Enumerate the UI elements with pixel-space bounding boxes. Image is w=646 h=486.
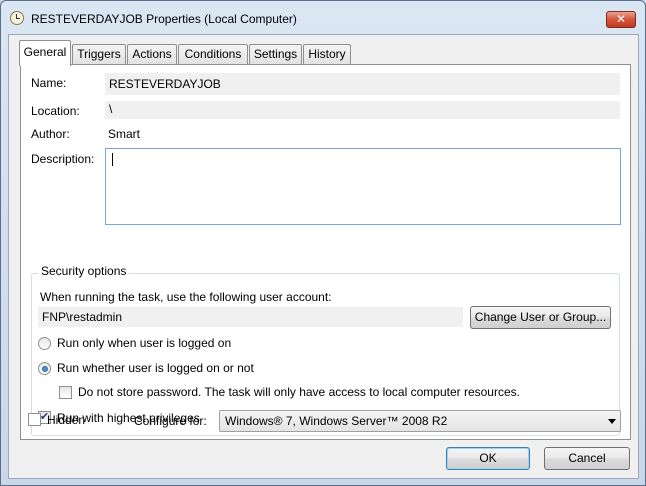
hidden-checkbox[interactable] [28, 413, 41, 426]
dialog-client-area: General Triggers Actions Conditions Sett… [8, 34, 639, 479]
hidden-label[interactable]: Hidden [47, 413, 85, 427]
security-options-title: Security options [38, 264, 130, 278]
ok-button-label: OK [479, 451, 497, 465]
clock-icon [10, 11, 24, 25]
text-caret [112, 153, 113, 166]
author-value: Smart [108, 127, 141, 141]
location-field[interactable]: \ [105, 101, 620, 119]
close-button[interactable]: ✕ [606, 11, 636, 28]
run-whether-logged-on-radio[interactable] [38, 362, 51, 375]
description-label: Description: [31, 152, 95, 166]
tab-conditions[interactable]: Conditions [178, 44, 248, 65]
tab-general[interactable]: General [19, 40, 71, 66]
cancel-button[interactable]: Cancel [544, 447, 630, 470]
user-account-field: FNP\restadmin [38, 307, 463, 327]
no-store-password-checkbox[interactable] [59, 386, 72, 399]
account-prompt: When running the task, use the following… [40, 290, 332, 304]
no-store-password-label[interactable]: Do not store password. The task will onl… [78, 385, 520, 399]
general-tab-panel: Name: RESTEVERDAYJOB Location: \ Author:… [20, 64, 631, 440]
configure-for-value: Windows® 7, Windows Server™ 2008 R2 [225, 414, 448, 428]
tab-history[interactable]: History [303, 44, 351, 65]
tab-triggers[interactable]: Triggers [72, 44, 126, 65]
author-label: Author: [31, 127, 70, 141]
name-label: Name: [31, 76, 67, 90]
tab-settings[interactable]: Settings [249, 44, 302, 65]
configure-for-label: Configure for: [134, 414, 207, 428]
cancel-button-label: Cancel [568, 451, 606, 465]
description-textbox[interactable] [105, 148, 621, 225]
title-bar[interactable]: RESTEVERDAYJOB Properties (Local Compute… [1, 1, 645, 35]
run-only-logged-on-radio[interactable] [38, 337, 51, 350]
change-user-button-label: Change User or Group... [474, 310, 607, 324]
name-field[interactable]: RESTEVERDAYJOB [105, 73, 620, 95]
tab-actions[interactable]: Actions [127, 44, 177, 65]
change-user-button[interactable]: Change User or Group... [470, 306, 611, 329]
ok-button[interactable]: OK [446, 447, 530, 470]
location-label: Location: [31, 104, 80, 118]
window-title: RESTEVERDAYJOB Properties (Local Compute… [31, 12, 297, 26]
configure-for-dropdown[interactable]: Windows® 7, Windows Server™ 2008 R2 [219, 410, 621, 432]
chevron-down-icon[interactable] [608, 419, 616, 424]
run-whether-logged-on-label[interactable]: Run whether user is logged on or not [57, 361, 254, 375]
run-only-logged-on-label[interactable]: Run only when user is logged on [57, 336, 231, 350]
properties-dialog: RESTEVERDAYJOB Properties (Local Compute… [0, 0, 646, 486]
